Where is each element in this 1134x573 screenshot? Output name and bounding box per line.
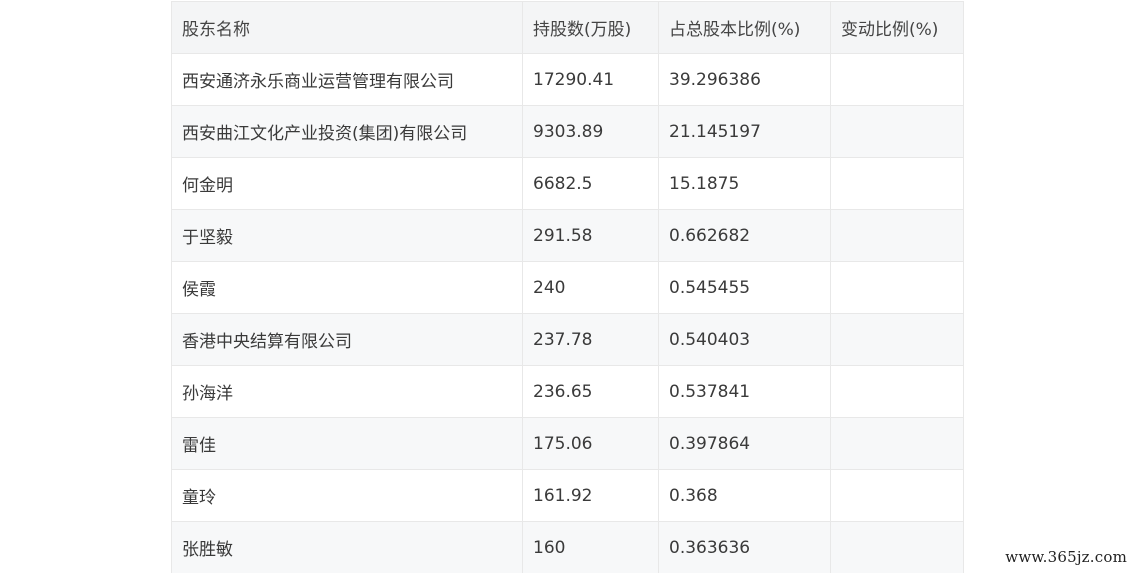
cell-change-ratio [830,313,964,366]
cell-share-ratio: 0.537841 [658,365,831,418]
cell-shares-held: 291.58 [522,209,659,262]
cell-shares-held: 161.92 [522,469,659,522]
cell-share-ratio: 0.363636 [658,521,831,573]
cell-share-ratio: 0.540403 [658,313,831,366]
table-row: 童玲 161.92 0.368 [171,469,964,522]
table-row: 雷佳 175.06 0.397864 [171,417,964,470]
header-change-ratio: 变动比例(%) [830,1,964,54]
cell-shareholder-name: 张胜敏 [171,521,523,573]
header-share-ratio: 占总股本比例(%) [658,1,831,54]
table-row: 孙海洋 236.65 0.537841 [171,365,964,418]
page: 股东名称 持股数(万股) 占总股本比例(%) 变动比例(%) 西安通济永乐商业运… [0,0,1134,573]
cell-shares-held: 240 [522,261,659,314]
cell-share-ratio: 21.145197 [658,105,831,158]
cell-shareholder-name: 雷佳 [171,417,523,470]
cell-shareholder-name: 西安通济永乐商业运营管理有限公司 [171,53,523,106]
cell-shareholder-name: 何金明 [171,157,523,210]
cell-shareholder-name: 侯霞 [171,261,523,314]
cell-change-ratio [830,417,964,470]
cell-change-ratio [830,365,964,418]
header-shares-held: 持股数(万股) [522,1,659,54]
cell-change-ratio [830,53,964,106]
table-row: 西安曲江文化产业投资(集团)有限公司 9303.89 21.145197 [171,105,964,158]
cell-shareholder-name: 于坚毅 [171,209,523,262]
cell-shares-held: 6682.5 [522,157,659,210]
table-header-row: 股东名称 持股数(万股) 占总股本比例(%) 变动比例(%) [171,1,964,54]
cell-shareholder-name: 童玲 [171,469,523,522]
cell-shares-held: 9303.89 [522,105,659,158]
cell-share-ratio: 0.368 [658,469,831,522]
cell-shares-held: 17290.41 [522,53,659,106]
table-row: 于坚毅 291.58 0.662682 [171,209,964,262]
shareholder-table: 股东名称 持股数(万股) 占总股本比例(%) 变动比例(%) 西安通济永乐商业运… [171,1,964,573]
table-row: 张胜敏 160 0.363636 [171,521,964,573]
cell-change-ratio [830,157,964,210]
cell-shareholder-name: 西安曲江文化产业投资(集团)有限公司 [171,105,523,158]
cell-shares-held: 175.06 [522,417,659,470]
table-row: 侯霞 240 0.545455 [171,261,964,314]
cell-share-ratio: 15.1875 [658,157,831,210]
cell-share-ratio: 0.662682 [658,209,831,262]
cell-change-ratio [830,209,964,262]
cell-shareholder-name: 香港中央结算有限公司 [171,313,523,366]
cell-change-ratio [830,521,964,573]
cell-shares-held: 160 [522,521,659,573]
cell-share-ratio: 0.545455 [658,261,831,314]
table-row: 香港中央结算有限公司 237.78 0.540403 [171,313,964,366]
cell-shareholder-name: 孙海洋 [171,365,523,418]
cell-share-ratio: 0.397864 [658,417,831,470]
cell-shares-held: 237.78 [522,313,659,366]
cell-change-ratio [830,469,964,522]
cell-shares-held: 236.65 [522,365,659,418]
header-shareholder-name: 股东名称 [171,1,523,54]
table-row: 何金明 6682.5 15.1875 [171,157,964,210]
cell-share-ratio: 39.296386 [658,53,831,106]
cell-change-ratio [830,105,964,158]
site-watermark: www.365jz.com [1005,548,1127,566]
cell-change-ratio [830,261,964,314]
table-row: 西安通济永乐商业运营管理有限公司 17290.41 39.296386 [171,53,964,106]
